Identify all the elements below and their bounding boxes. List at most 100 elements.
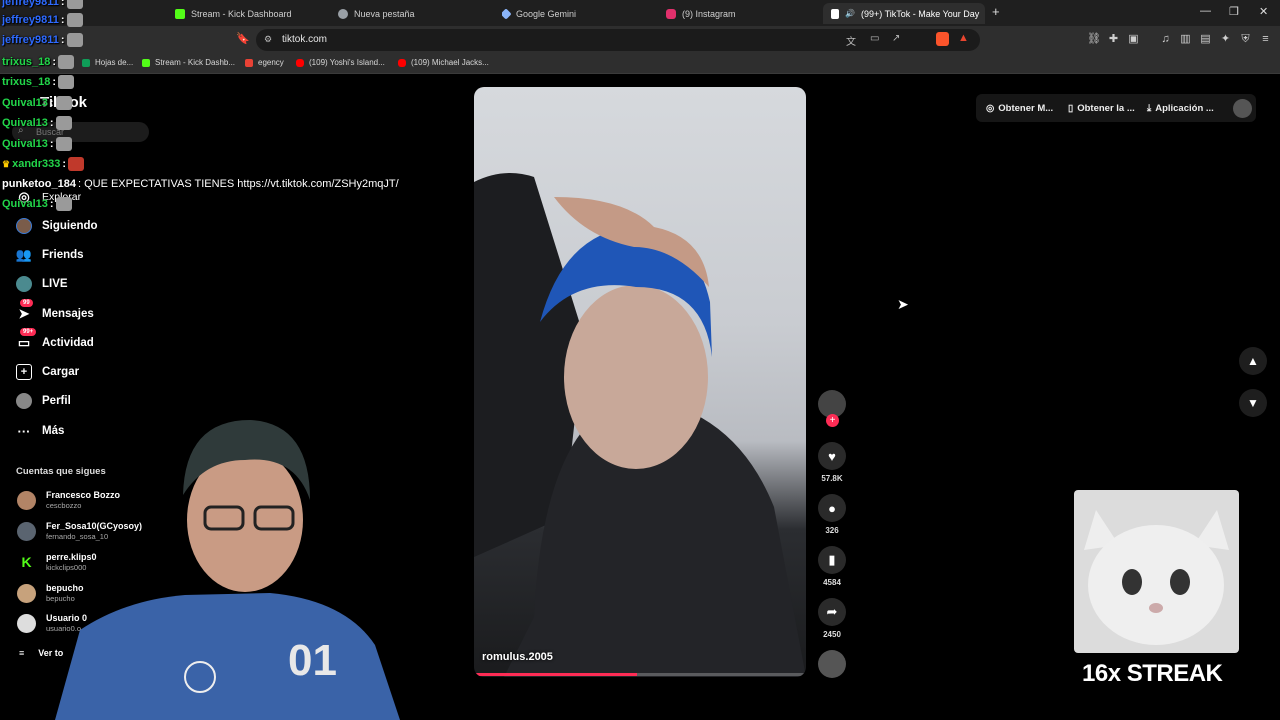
get-coins-button[interactable]: ◎ Obtener M... — [986, 99, 1053, 117]
bookmark-item[interactable]: Stream - Kick Dashb... — [142, 58, 235, 67]
nav-cargar[interactable]: + Cargar — [16, 361, 79, 383]
kick-icon: K — [17, 552, 36, 572]
nav-friends[interactable]: 👥 Friends — [16, 244, 84, 266]
sidebar-icon[interactable]: ▥ — [1179, 33, 1192, 46]
get-app-button[interactable]: ▯ Obtener la ... — [1068, 99, 1135, 117]
vpn-shield-icon[interactable]: ⛨ — [1239, 33, 1252, 46]
emote-icon — [68, 157, 85, 171]
tab-instagram[interactable]: (9) Instagram — [666, 3, 806, 24]
restore-button[interactable]: ❐ — [1229, 5, 1239, 18]
music-disc-icon — [818, 650, 846, 678]
share-button[interactable]: ➦ 2450 — [818, 598, 846, 639]
streak-label: 16x STREAK — [1082, 660, 1223, 687]
like-button[interactable]: ♥ 57.8K — [818, 442, 846, 483]
button-label: Obtener la ... — [1077, 102, 1135, 114]
nav-perfil[interactable]: Perfil — [16, 390, 71, 412]
menu-icon[interactable]: ≡ — [1259, 33, 1272, 46]
bookmark-item[interactable]: (109) Yoshi's Island... — [296, 58, 385, 67]
address-bar[interactable]: ⚙ tiktok.com 文 ▭ ↗ ▲ — [256, 29, 980, 51]
video-progress-fill — [474, 673, 637, 676]
messages-icon: ➤ 99 — [16, 299, 33, 322]
previous-video-button[interactable]: ▲ — [1239, 347, 1267, 375]
chat-message: jeffrey9811: — [2, 33, 83, 47]
brave-shield-icon[interactable] — [936, 32, 949, 46]
minimize-button[interactable]: — — [1200, 5, 1211, 17]
chat-text: : — [60, 34, 65, 46]
sound-disc-button[interactable] — [818, 650, 846, 678]
chat-user: punketoo_184 — [2, 178, 76, 190]
bookmark-icon[interactable]: 🔖 — [236, 33, 250, 46]
gemini-icon — [502, 7, 512, 20]
site-info-icon[interactable]: ⚙ — [264, 34, 272, 45]
video-player[interactable]: romulus.2005 — [474, 87, 806, 677]
comment-button[interactable]: ● 326 — [818, 494, 846, 535]
wallet-icon[interactable]: ▤ — [1199, 33, 1212, 46]
friends-icon: 👥 — [15, 247, 33, 262]
save-button[interactable]: ▮ 4584 — [818, 546, 846, 587]
new-tab-button[interactable]: + — [992, 4, 1000, 19]
screenshot-icon[interactable]: ▣ — [1127, 33, 1140, 46]
tab-new-tab[interactable]: Nueva pestaña — [338, 3, 478, 24]
nav-siguiendo[interactable]: Siguiendo — [16, 215, 98, 237]
next-video-button[interactable]: ▼ — [1239, 389, 1267, 417]
video-progress-track[interactable] — [474, 673, 806, 676]
comment-count: 326 — [825, 526, 839, 535]
video-author[interactable]: romulus.2005 — [482, 651, 553, 663]
nav-actividad[interactable]: ▭ 99+ Actividad — [16, 328, 94, 354]
desktop-app-button[interactable]: ⤓ Aplicación ... — [1147, 99, 1214, 117]
cat-emote-icon — [55, 137, 72, 151]
browser-tab-bar: Stream - Kick Dashboard Nueva pestaña Go… — [0, 0, 1280, 26]
button-label: Aplicación ... — [1155, 102, 1214, 114]
chat-text: : — [49, 117, 54, 129]
bookmarks-bar: Hojas de... Stream - Kick Dashb... egenc… — [0, 54, 1280, 74]
chat-text: : QUE EXPECTATIVAS TIENES https://vt.tik… — [77, 178, 399, 190]
share-count: 2450 — [823, 630, 841, 639]
live-icon — [16, 276, 32, 292]
cast-icon[interactable]: ▭ — [870, 33, 879, 44]
phone-icon: ▯ — [1068, 102, 1074, 114]
extensions-icon[interactable]: ✚ — [1107, 33, 1120, 46]
author-avatar-button[interactable]: + — [818, 390, 846, 427]
share-arrow-icon: ➦ — [818, 598, 846, 626]
media-icon[interactable]: ♫ — [1159, 33, 1172, 46]
nav-live[interactable]: LIVE — [16, 273, 68, 295]
list-icon: ≡ — [19, 648, 25, 658]
share-icon[interactable]: ↗ — [892, 33, 900, 44]
leo-ai-icon[interactable]: ✦ — [1219, 33, 1232, 46]
follow-plus-icon[interactable]: + — [826, 414, 839, 427]
chat-message: punketoo_184: QUE EXPECTATIVAS TIENES ht… — [2, 178, 399, 190]
cat-emote-icon — [57, 75, 74, 89]
chat-text: : — [52, 76, 56, 88]
bookmark-item[interactable]: (109) Michael Jacks... — [398, 58, 489, 67]
chat-message: trixus_18: — [2, 55, 74, 69]
bookmark-label: (109) Michael Jacks... — [411, 58, 489, 67]
nav-mensajes[interactable]: ➤ 99 Mensajes — [16, 299, 94, 325]
chat-user: jeffrey9811 — [2, 34, 59, 46]
close-window-button[interactable]: ✕ — [1259, 5, 1268, 18]
cat-emote-icon — [66, 33, 83, 47]
bookmark-item[interactable]: Hojas de... — [82, 58, 133, 67]
kick-icon — [142, 58, 150, 67]
address-toolbar: 🔖 ⚙ tiktok.com 文 ▭ ↗ ▲ ⛓ ✚ ▣ ♫ ▥ ▤ ✦ ⛨ ≡ — [0, 26, 1280, 54]
translate-icon[interactable]: 文 — [846, 33, 856, 48]
speaker-icon: 🔊 — [845, 9, 855, 18]
bookmark-favicon — [82, 58, 90, 67]
cat-emote-icon — [55, 116, 72, 130]
brave-rewards-icon[interactable]: ▲ — [958, 32, 969, 44]
tab-kick-dashboard[interactable]: Stream - Kick Dashboard — [175, 3, 325, 24]
tab-tiktok[interactable]: 🔊 (99+) TikTok - Make Your Day ✕ — [823, 3, 985, 24]
kick-icon — [175, 8, 185, 19]
tab-google-gemini[interactable]: Google Gemini — [502, 3, 642, 24]
crown-icon: ♛ — [2, 158, 11, 169]
bookmark-item[interactable]: egency — [245, 58, 284, 67]
profile-icon — [16, 393, 32, 409]
profile-avatar[interactable] — [1233, 99, 1252, 118]
extensions-vpn-icon[interactable]: ⛓ — [1087, 33, 1101, 46]
following-avatar-icon — [16, 218, 32, 234]
video-frame — [474, 173, 806, 677]
notification-badge: 99 — [20, 299, 33, 307]
tiktok-icon — [831, 8, 839, 19]
nav-label: Cargar — [42, 366, 80, 378]
cat-emote-icon — [66, 0, 83, 9]
nav-label: Mensajes — [42, 308, 94, 320]
